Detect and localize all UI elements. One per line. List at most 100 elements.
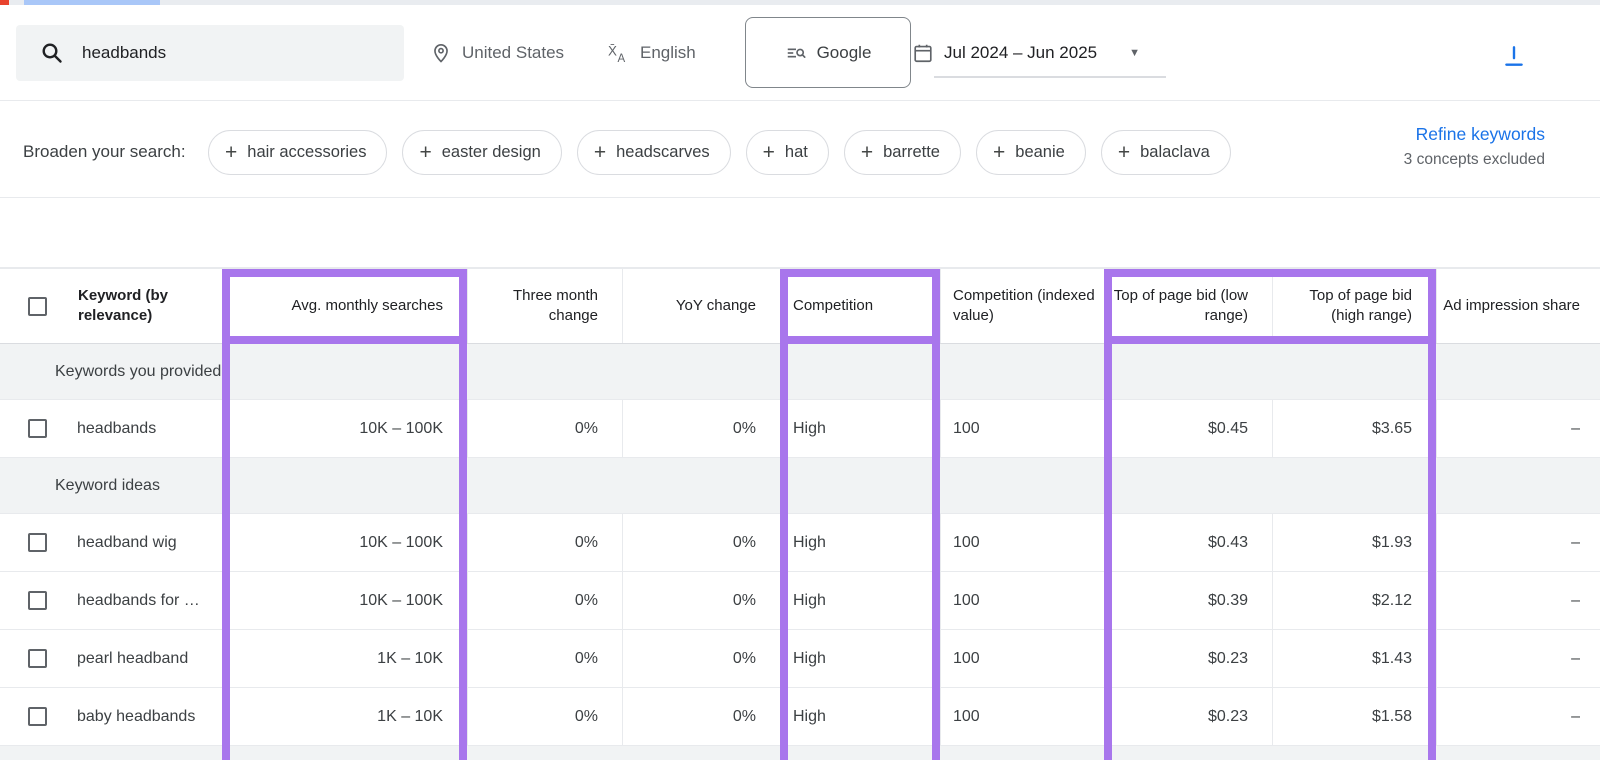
broaden-chip-list: +hair accessories +easter design +headsc… (208, 130, 1231, 175)
search-input[interactable] (82, 43, 362, 63)
top-bid-low-cell: $0.23 (1104, 688, 1272, 745)
table-row[interactable]: headband wig 10K – 100K 0% 0% High 100 $… (0, 514, 1600, 572)
network-selector-button[interactable]: Google (745, 17, 911, 88)
section-label: Keywords you provided (55, 363, 221, 381)
broaden-search-bar: Broaden your search: +hair accessories +… (0, 102, 1600, 198)
date-range-label: Jul 2024 – Jun 2025 (944, 43, 1097, 63)
avg-monthly-searches-cell: 1K – 10K (222, 630, 467, 687)
avg-monthly-searches-cell: 1K – 10K (222, 688, 467, 745)
header-three-month-change[interactable]: Three month change (467, 269, 622, 343)
table-row[interactable]: headbands for … 10K – 100K 0% 0% High 10… (0, 572, 1600, 630)
keyword-cell: headband wig (77, 534, 177, 552)
table-row[interactable]: pearl headband 1K – 10K 0% 0% High 100 $… (0, 630, 1600, 688)
three-month-change-cell: 0% (467, 514, 622, 571)
three-month-change-cell: 0% (467, 400, 622, 457)
chevron-down-icon: ▼ (1129, 47, 1140, 59)
ad-impression-share-cell: – (1436, 400, 1600, 457)
three-month-change-cell: 0% (467, 630, 622, 687)
competition-indexed-cell: 100 (940, 400, 1104, 457)
header-competition-indexed[interactable]: Competition (indexed value) (940, 269, 1104, 343)
yoy-change-cell: 0% (622, 630, 780, 687)
chip-label: headscarves (616, 143, 710, 162)
top-bid-low-cell: $0.43 (1104, 514, 1272, 571)
competition-cell: High (780, 630, 940, 687)
keyword-planner-screen: United States X̄A English Google Jul 202… (0, 0, 1600, 760)
section-row-keyword-ideas: Keyword ideas (0, 458, 1600, 514)
top-bid-low-cell: $0.23 (1104, 630, 1272, 687)
keyword-search-box[interactable] (16, 25, 404, 81)
section-label: Keyword ideas (55, 477, 160, 495)
competition-cell: High (780, 400, 940, 457)
three-month-change-cell: 0% (467, 688, 622, 745)
yoy-change-cell: 0% (622, 400, 780, 457)
chip-label: hair accessories (247, 143, 366, 162)
location-label: United States (462, 43, 564, 63)
date-range-underline (934, 76, 1166, 78)
row-checkbox[interactable] (28, 419, 47, 438)
competition-cell: High (780, 514, 940, 571)
search-icon (40, 41, 64, 65)
broaden-chip-beanie[interactable]: + beanie (976, 130, 1086, 175)
location-selector[interactable]: United States (430, 25, 564, 81)
plus-icon: + (993, 142, 1005, 163)
competition-cell: High (780, 572, 940, 629)
plus-icon: + (861, 142, 873, 163)
network-label: Google (817, 43, 872, 63)
keyword-table: Keyword (by relevance) Avg. monthly sear… (0, 268, 1600, 760)
header-keyword[interactable]: Keyword (by relevance) (0, 269, 222, 343)
avg-monthly-searches-cell: 10K – 100K (222, 400, 467, 457)
header-yoy-change[interactable]: YoY change (622, 269, 780, 343)
avg-monthly-searches-cell: 10K – 100K (222, 514, 467, 571)
top-bid-high-cell: $3.65 (1272, 400, 1436, 457)
header-top-bid-low[interactable]: Top of page bid (low range) (1104, 269, 1272, 343)
competition-indexed-cell: 100 (940, 630, 1104, 687)
avg-monthly-searches-cell: 10K – 100K (222, 572, 467, 629)
date-range-selector[interactable]: Jul 2024 – Jun 2025 ▼ (912, 25, 1140, 81)
translate-icon: X̄A (607, 42, 630, 65)
ad-impression-share-cell: – (1436, 572, 1600, 629)
chip-label: easter design (442, 143, 541, 162)
broaden-chip-headscarves[interactable]: +headscarves (577, 130, 731, 175)
broaden-chip-hair-accessories[interactable]: + hair accessories (208, 130, 387, 175)
broaden-chip-easter-design[interactable]: +easter design (402, 130, 561, 175)
header-competition[interactable]: Competition (780, 269, 940, 343)
header-avg-monthly-searches[interactable]: Avg. monthly searches (222, 269, 467, 343)
yoy-change-cell: 0% (622, 572, 780, 629)
top-bid-low-cell: $0.39 (1104, 572, 1272, 629)
keyword-cell: baby headbands (77, 708, 195, 726)
competition-cell: High (780, 688, 940, 745)
plus-icon: + (1118, 142, 1130, 163)
top-settings-bar: United States X̄A English Google Jul 202… (0, 5, 1600, 101)
location-pin-icon (430, 42, 452, 64)
header-ad-impression-share[interactable]: Ad impression share (1436, 269, 1600, 343)
chip-label: beanie (1015, 143, 1065, 162)
table-row[interactable]: baby headbands 1K – 10K 0% 0% High 100 $… (0, 688, 1600, 746)
keyword-cell: headbands for … (77, 592, 200, 610)
table-toolbar: 1 Exclude adult ideas ✕ Add filter Showi… (0, 198, 1600, 268)
ad-impression-share-cell: – (1436, 688, 1600, 745)
header-top-bid-high[interactable]: Top of page bid (high range) (1272, 269, 1436, 343)
chip-label: balaclava (1140, 143, 1210, 162)
search-network-icon (785, 42, 807, 64)
broaden-chip-hat[interactable]: +hat (746, 130, 829, 175)
select-all-checkbox[interactable] (28, 297, 47, 316)
broaden-chip-balaclava[interactable]: + balaclava (1101, 130, 1231, 175)
top-bid-high-cell: $2.12 (1272, 572, 1436, 629)
ad-impression-share-cell: – (1436, 630, 1600, 687)
download-button[interactable] (1496, 38, 1532, 74)
top-bid-high-cell: $1.58 (1272, 688, 1436, 745)
refine-keywords-link[interactable]: Refine keywords (1404, 124, 1545, 145)
row-checkbox[interactable] (28, 707, 47, 726)
row-checkbox[interactable] (28, 649, 47, 668)
language-selector[interactable]: X̄A English (607, 25, 696, 81)
row-checkbox[interactable] (28, 533, 47, 552)
svg-text:A: A (618, 53, 626, 65)
header-label: Keyword (by relevance) (78, 286, 222, 327)
svg-text:X̄: X̄ (608, 43, 617, 58)
broaden-chip-barrette[interactable]: +barrette (844, 130, 961, 175)
row-checkbox[interactable] (28, 591, 47, 610)
top-bid-high-cell: $1.93 (1272, 514, 1436, 571)
table-row[interactable]: headbands 10K – 100K 0% 0% High 100 $0.4… (0, 400, 1600, 458)
section-row-keywords-you-provided: Keywords you provided (0, 344, 1600, 400)
plus-icon: + (225, 142, 237, 163)
